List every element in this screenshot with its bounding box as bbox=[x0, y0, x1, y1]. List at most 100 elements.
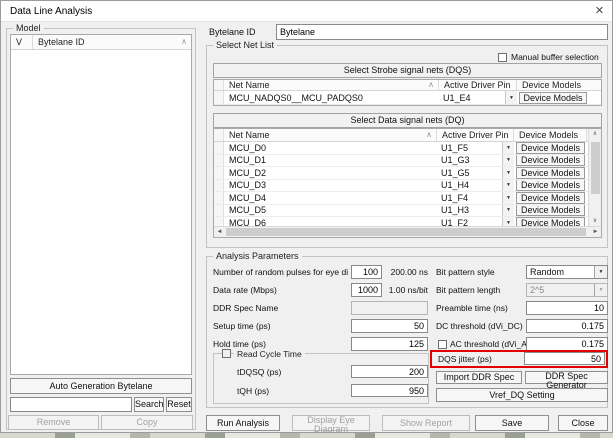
row-selector[interactable] bbox=[214, 155, 224, 167]
dq-col-device-models[interactable]: Device Models bbox=[514, 129, 587, 141]
dropdown-arrow-icon[interactable]: ▼ bbox=[502, 167, 514, 179]
dq-row[interactable]: MCU_D2 U1_G5▼ Device Models bbox=[214, 167, 589, 180]
bit-pattern-style-select[interactable]: Random ▼ bbox=[526, 265, 608, 279]
column-header-bytelane-id[interactable]: Bytelane ID ∧ bbox=[33, 35, 191, 49]
device-models-button[interactable]: Device Models bbox=[516, 205, 585, 217]
net-name-cell[interactable]: MCU_D2 bbox=[224, 167, 437, 179]
manual-buffer-checkbox[interactable] bbox=[498, 53, 507, 62]
net-name-cell[interactable]: MCU_D1 bbox=[224, 155, 437, 167]
dq-col-net-name-label: Net Name bbox=[229, 131, 270, 140]
active-driver-pin-cell[interactable]: U1_G5▼ bbox=[437, 167, 514, 179]
close-icon[interactable]: ✕ bbox=[591, 3, 608, 20]
active-driver-pin-cell[interactable]: U1_G3▼ bbox=[437, 155, 514, 167]
device-models-cell: Device Models bbox=[514, 155, 587, 167]
ac-threshold-checkbox[interactable] bbox=[438, 340, 447, 349]
device-models-button[interactable]: Device Models bbox=[516, 155, 585, 167]
strobe-col-net-name-label: Net Name bbox=[229, 81, 270, 90]
dialog-title: Data Line Analysis bbox=[10, 1, 92, 22]
dq-col-net-name[interactable]: Net Name ∧ bbox=[224, 129, 437, 141]
active-driver-pin-cell[interactable]: U1_F4▼ bbox=[437, 192, 514, 204]
dropdown-arrow-icon[interactable]: ▼ bbox=[502, 205, 514, 217]
dqs-jitter-input[interactable] bbox=[524, 352, 605, 365]
dropdown-arrow-icon[interactable]: ▼ bbox=[502, 180, 514, 192]
active-driver-pin-cell[interactable]: U1_E4 ▼ bbox=[439, 91, 517, 104]
run-analysis-button[interactable]: Run Analysis bbox=[206, 415, 280, 431]
active-driver-pin-cell[interactable]: U1_H3▼ bbox=[437, 205, 514, 217]
ddr-spec-generator-button[interactable]: DDR Spec Generator bbox=[525, 371, 608, 384]
column-header-v[interactable]: V bbox=[11, 35, 33, 49]
analysis-parameters-label: Analysis Parameters bbox=[213, 251, 302, 261]
row-selector[interactable] bbox=[214, 142, 224, 154]
dropdown-arrow-icon[interactable]: ▼ bbox=[502, 192, 514, 204]
setup-time-label: Setup time (ps) bbox=[213, 319, 271, 333]
select-net-list-label: Select Net List bbox=[213, 40, 277, 50]
active-driver-pin-cell[interactable]: U1_H4▼ bbox=[437, 180, 514, 192]
dq-row[interactable]: MCU_D1 U1_G3▼ Device Models bbox=[214, 155, 589, 168]
tqh-input[interactable] bbox=[351, 384, 428, 397]
dq-row[interactable]: MCU_D4 U1_F4▼ Device Models bbox=[214, 192, 589, 205]
net-name-cell[interactable]: MCU_D3 bbox=[224, 180, 437, 192]
dropdown-arrow-icon[interactable]: ▼ bbox=[502, 155, 514, 167]
scroll-thumb[interactable] bbox=[226, 228, 586, 236]
row-selector[interactable] bbox=[214, 192, 224, 204]
strobe-col-net-name[interactable]: Net Name ∧ bbox=[224, 80, 439, 90]
save-button[interactable]: Save bbox=[475, 415, 549, 431]
net-name-cell[interactable]: MCU_D4 bbox=[224, 192, 437, 204]
remove-button[interactable]: Remove bbox=[8, 415, 99, 430]
preamble-time-input[interactable] bbox=[526, 301, 608, 315]
device-models-button[interactable]: Device Models bbox=[516, 192, 585, 204]
device-models-button[interactable]: Device Models bbox=[516, 167, 585, 179]
hold-time-input[interactable] bbox=[351, 337, 428, 351]
row-selector[interactable] bbox=[214, 91, 224, 104]
strobe-table: Net Name ∧ Active Driver Pin Device Mode… bbox=[213, 79, 602, 106]
scroll-up-icon[interactable]: ∧ bbox=[589, 130, 601, 139]
strobe-col-device-models[interactable]: Device Models bbox=[517, 80, 601, 90]
net-name-cell[interactable]: MCU_NADQS0__MCU_PADQS0 bbox=[224, 91, 439, 104]
read-cycle-time-checkbox[interactable] bbox=[222, 349, 231, 358]
ac-threshold-input[interactable] bbox=[526, 337, 608, 351]
net-name-cell[interactable]: MCU_D0 bbox=[224, 142, 437, 154]
import-ddr-spec-button[interactable]: Import DDR Spec bbox=[436, 371, 522, 384]
close-button[interactable]: Close bbox=[558, 415, 608, 431]
display-eye-diagram-button[interactable]: Display Eye Diagram bbox=[292, 415, 370, 431]
dq-horizontal-scrollbar[interactable]: ◄ ► bbox=[214, 226, 601, 237]
device-models-button[interactable]: Device Models bbox=[516, 142, 585, 154]
dq-vertical-scrollbar[interactable]: ∧ ∨ bbox=[588, 129, 601, 227]
setup-time-input[interactable] bbox=[351, 319, 428, 333]
scroll-left-icon[interactable]: ◄ bbox=[215, 227, 224, 237]
dropdown-arrow-icon[interactable]: ▼ bbox=[594, 266, 607, 278]
device-models-button[interactable]: Device Models bbox=[519, 92, 587, 104]
dq-row[interactable]: MCU_D0 U1_F5▼ Device Models bbox=[214, 142, 589, 155]
background-behind-dialog bbox=[0, 433, 613, 438]
copy-button[interactable]: Copy bbox=[101, 415, 193, 430]
row-selector[interactable] bbox=[214, 167, 224, 179]
scroll-right-icon[interactable]: ► bbox=[591, 227, 600, 237]
tdqsq-input[interactable] bbox=[351, 365, 428, 378]
scroll-thumb[interactable] bbox=[591, 142, 600, 194]
bytelane-search-input[interactable] bbox=[10, 397, 132, 412]
dq-section-header[interactable]: Select Data signal nets (DQ) bbox=[213, 113, 602, 128]
dropdown-arrow-icon[interactable]: ▼ bbox=[502, 142, 514, 154]
bit-pattern-length-label: Bit pattern length bbox=[436, 283, 500, 297]
device-models-cell: Device Models bbox=[517, 91, 601, 104]
auto-generation-bytelane-button[interactable]: Auto Generation Bytelane bbox=[10, 378, 192, 394]
row-selector[interactable] bbox=[214, 180, 224, 192]
active-driver-pin-cell[interactable]: U1_F5▼ bbox=[437, 142, 514, 154]
vref-dq-setting-button[interactable]: Vref_DQ Setting bbox=[436, 388, 608, 402]
reset-button[interactable]: Reset bbox=[166, 397, 192, 412]
dq-col-active-driver-pin[interactable]: Active Driver Pin bbox=[437, 129, 514, 141]
dc-threshold-input[interactable] bbox=[526, 319, 608, 333]
bytelane-id-input[interactable] bbox=[276, 24, 608, 40]
dq-row[interactable]: MCU_D3 U1_H4▼ Device Models bbox=[214, 180, 589, 193]
strobe-col-active-driver-pin[interactable]: Active Driver Pin bbox=[439, 80, 517, 90]
device-models-button[interactable]: Device Models bbox=[516, 180, 585, 192]
dq-row[interactable]: MCU_D5 U1_H3▼ Device Models bbox=[214, 205, 589, 218]
row-selector[interactable] bbox=[214, 205, 224, 217]
dropdown-arrow-icon[interactable]: ▼ bbox=[505, 91, 517, 104]
scroll-down-icon[interactable]: ∨ bbox=[589, 217, 601, 226]
strobe-row[interactable]: MCU_NADQS0__MCU_PADQS0 U1_E4 ▼ Device Mo… bbox=[214, 91, 601, 105]
show-report-button[interactable]: Show Report bbox=[382, 415, 470, 431]
strobe-section-header[interactable]: Select Strobe signal nets (DQS) bbox=[213, 63, 602, 78]
net-name-cell[interactable]: MCU_D5 bbox=[224, 205, 437, 217]
search-button[interactable]: Search bbox=[134, 397, 164, 412]
